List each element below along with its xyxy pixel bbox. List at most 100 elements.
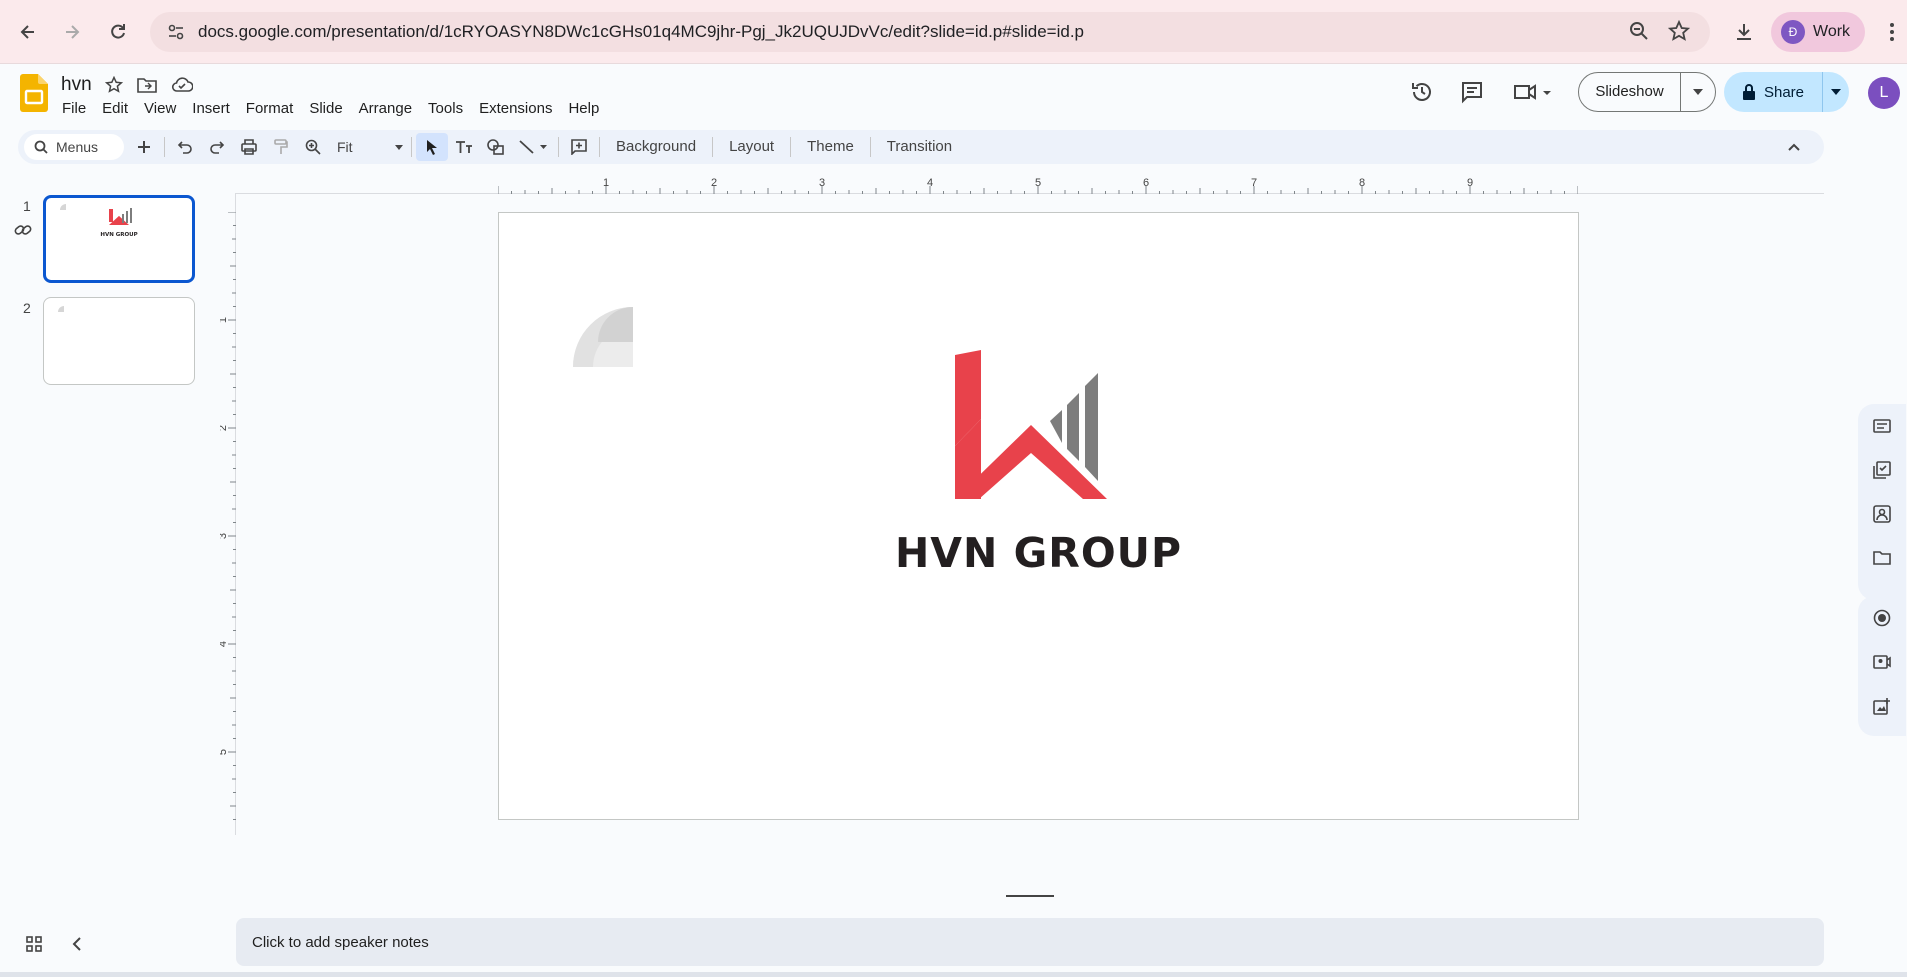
ruler-label: 1 [603, 178, 609, 189]
ruler-label: 9 [1467, 178, 1473, 189]
logo-wordmark[interactable]: HVN GROUP [499, 529, 1578, 577]
menu-format[interactable]: Format [238, 98, 302, 120]
star-icon[interactable] [1667, 19, 1691, 47]
chevron-down-icon[interactable] [1823, 89, 1849, 95]
menus-search-label: Menus [56, 139, 99, 155]
slideshow-button[interactable]: Slideshow [1578, 72, 1716, 112]
transition-button[interactable]: Transition [875, 133, 964, 161]
theme-button[interactable]: Theme [795, 133, 866, 161]
share-button[interactable]: Share [1724, 72, 1849, 112]
toolbar-divider [164, 137, 165, 157]
background-button[interactable]: Background [604, 133, 708, 161]
menu-insert[interactable]: Insert [184, 98, 238, 120]
new-slide-icon[interactable] [128, 133, 160, 161]
document-title[interactable]: hvn [61, 74, 92, 96]
chevron-up-icon[interactable] [1778, 133, 1810, 161]
zoom-value: Fit [337, 139, 353, 155]
paint-format-icon[interactable] [265, 133, 297, 161]
toolbar-divider [558, 137, 559, 157]
decorative-arc-shape[interactable] [573, 307, 633, 367]
vertical-ruler[interactable]: 1 2 3 4 5 [220, 212, 236, 820]
notes-resize-handle[interactable] [1006, 895, 1054, 897]
slideshow-label[interactable]: Slideshow [1579, 73, 1681, 111]
move-folder-icon[interactable] [137, 76, 157, 99]
zoom-icon[interactable] [1628, 20, 1650, 47]
menu-extensions[interactable]: Extensions [471, 98, 560, 120]
back-arrow-icon[interactable] [12, 16, 44, 48]
ruler-label: 1 [220, 317, 229, 323]
search-icon [34, 140, 48, 154]
star-icon[interactable] [104, 75, 124, 99]
select-cursor-icon[interactable] [416, 133, 448, 161]
version-history-icon[interactable] [1410, 80, 1434, 109]
address-bar[interactable]: docs.google.com/presentation/d/1cRYOASYN… [150, 12, 1710, 52]
line-tool-icon[interactable] [512, 133, 554, 161]
slide-canvas[interactable]: HVN GROUP [498, 212, 1579, 820]
horizontal-ruler[interactable]: 1 2 3 4 5 6 7 8 9 [498, 178, 1578, 194]
share-main[interactable]: Share [1724, 72, 1823, 112]
profile-chip[interactable]: Đ Work [1771, 12, 1865, 52]
url-text: docs.google.com/presentation/d/1cRYOASYN… [198, 22, 1085, 41]
shape-icon[interactable] [480, 133, 512, 161]
link-icon [14, 221, 32, 244]
thumbnail-logo-text: HVN GROUP [100, 232, 137, 238]
zoom-select[interactable]: Fit [329, 133, 407, 161]
menu-tools[interactable]: Tools [420, 98, 471, 120]
folder-icon[interactable] [1870, 546, 1894, 570]
toolbar-divider [869, 137, 871, 157]
menus-search[interactable]: Menus [24, 134, 124, 160]
download-icon[interactable] [1728, 16, 1760, 48]
record-icon[interactable] [1870, 606, 1894, 630]
slide-artwork [573, 307, 1107, 499]
menu-view[interactable]: View [136, 98, 184, 120]
speaker-notes-field[interactable]: Click to add speaker notes [236, 918, 1824, 966]
thumbnail-preview [58, 306, 64, 312]
menu-help[interactable]: Help [560, 98, 607, 120]
ruler-label: 7 [1251, 178, 1257, 189]
layout-button[interactable]: Layout [717, 133, 786, 161]
kebab-menu-icon[interactable] [1876, 16, 1907, 48]
keep-notes-icon[interactable] [1870, 414, 1894, 438]
contacts-icon[interactable] [1870, 502, 1894, 526]
menu-slide[interactable]: Slide [301, 98, 350, 120]
chevron-down-icon[interactable] [1681, 89, 1715, 95]
user-avatar[interactable]: L [1868, 77, 1900, 109]
ruler-label: 4 [927, 178, 933, 189]
redo-icon[interactable] [201, 133, 233, 161]
slide-thumbnail-1[interactable]: HVN GROUP [43, 195, 195, 283]
video-call-icon[interactable] [1870, 650, 1894, 674]
reload-icon[interactable] [102, 16, 134, 48]
toolbar-divider [599, 137, 600, 157]
meet-camera-icon[interactable] [1512, 80, 1554, 109]
main-toolbar: Menus Fit Background Layout Theme Transi… [18, 130, 1824, 164]
slides-logo-icon[interactable] [20, 74, 48, 112]
window-bottom-edge [0, 972, 1907, 977]
menu-edit[interactable]: Edit [94, 98, 136, 120]
ruler-label: 4 [220, 641, 229, 647]
print-icon[interactable] [233, 133, 265, 161]
text-box-icon[interactable] [448, 133, 480, 161]
speaker-notes-placeholder: Click to add speaker notes [252, 933, 429, 951]
toolbar-divider [411, 137, 412, 157]
zoom-icon[interactable] [297, 133, 329, 161]
collapse-filmstrip-icon[interactable] [72, 937, 82, 956]
toolbar-divider [790, 137, 792, 157]
toolbar-divider [712, 137, 714, 157]
add-on-icon[interactable] [1870, 694, 1894, 718]
profile-avatar: Đ [1781, 20, 1805, 44]
menu-file[interactable]: File [62, 98, 94, 120]
tasks-icon[interactable] [1870, 458, 1894, 482]
share-label: Share [1763, 83, 1805, 101]
ruler-label: 6 [1143, 178, 1149, 189]
forward-arrow-icon[interactable] [56, 16, 88, 48]
add-comment-icon[interactable] [563, 133, 595, 161]
menu-arrange[interactable]: Arrange [351, 98, 420, 120]
hvn-logo-mark[interactable] [955, 350, 1107, 499]
comments-icon[interactable] [1460, 80, 1484, 109]
profile-label: Work [1813, 23, 1851, 40]
slide-thumbnail-2[interactable] [43, 297, 195, 385]
undo-icon[interactable] [169, 133, 201, 161]
site-info-icon[interactable] [158, 14, 194, 50]
cloud-saved-icon[interactable] [171, 76, 194, 99]
grid-view-icon[interactable] [26, 936, 42, 957]
